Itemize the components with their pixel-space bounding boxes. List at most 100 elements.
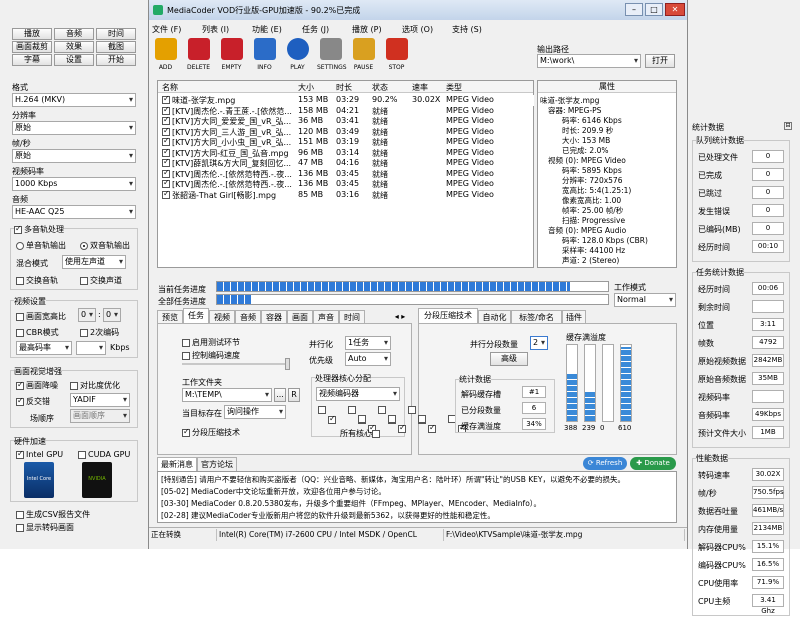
stats-collapse-icon[interactable]: ⊟ (784, 122, 792, 130)
work-mode-select[interactable]: Normal (614, 293, 676, 307)
cuda-gpu-check[interactable] (78, 450, 86, 459)
audio-select[interactable]: HE-AAC Q25 (12, 205, 136, 219)
advanced-button[interactable]: 高级 (490, 352, 528, 366)
file-row-check[interactable] (162, 115, 170, 125)
swap-channel[interactable]: 交换声道 (80, 275, 122, 286)
ratio-a-input[interactable]: 0 (78, 308, 96, 322)
tab-3[interactable]: 音频 (235, 310, 261, 324)
parallel-select[interactable]: 1任务 (345, 336, 391, 350)
cpu-encoder-select[interactable]: 视频编码器 (316, 387, 400, 401)
speed-slider-thumb[interactable] (285, 358, 290, 370)
workdir-reset-button[interactable]: R (288, 388, 300, 402)
column-header[interactable]: 名称 (162, 82, 178, 93)
workdir-browse-button[interactable]: ... (274, 388, 286, 402)
core-check[interactable] (408, 405, 416, 414)
field-order-select[interactable]: 画面顺序 (70, 409, 130, 423)
single-track-radio[interactable]: 单音轨输出 (16, 240, 66, 251)
tab-scroll-arrows[interactable]: ◂ ▸ (389, 310, 411, 324)
quick-button[interactable]: 音频 (54, 28, 94, 40)
target-exists-select[interactable]: 询问操作 (224, 405, 286, 419)
empty-button[interactable]: EMPTY (218, 38, 245, 74)
file-row[interactable]: [KTV]方大同_小小虫_国_vR_弘... 151 MB 03:19 就绪 MPEG … (158, 136, 534, 148)
multitrack-toggle[interactable]: 多音轨处理 (14, 224, 64, 235)
file-row-check[interactable] (162, 178, 170, 188)
segment-parallel-select[interactable]: 2 (530, 336, 548, 350)
file-row-check[interactable] (162, 126, 170, 136)
file-row-check[interactable] (162, 168, 170, 178)
minimize-button[interactable]: – (625, 3, 643, 16)
core-check[interactable] (398, 423, 406, 433)
quick-button[interactable]: 画面裁剪 (12, 41, 52, 53)
workdir-select[interactable]: M:\TEMP\ (182, 388, 272, 402)
quick-button[interactable]: 开始 (96, 54, 136, 66)
quick-button[interactable]: 设置 (54, 54, 94, 66)
news-tab[interactable]: 官方论坛 (197, 457, 237, 471)
file-row-check[interactable] (162, 105, 170, 115)
format-select[interactable]: H.264 (MKV) (12, 93, 136, 107)
contrast-check[interactable] (70, 381, 78, 390)
tab-4[interactable]: 容器 (261, 310, 287, 324)
two-pass-check[interactable] (80, 328, 88, 337)
quick-button[interactable]: 效果 (54, 41, 94, 53)
max-bitrate-input[interactable] (76, 341, 106, 355)
refresh-button[interactable]: ⟳ Refresh (583, 457, 627, 470)
denoise[interactable]: 画面降噪 (16, 380, 58, 391)
open-button[interactable]: 打开 (645, 54, 675, 68)
quick-button[interactable]: 字幕 (12, 54, 52, 66)
column-header[interactable]: 大小 (298, 82, 314, 93)
multitrack-check[interactable] (14, 224, 22, 234)
file-row[interactable]: [KTV]方大同_三人游_国_vR_弘... 120 MB 03:49 就绪 MPEG … (158, 126, 534, 138)
donate-button[interactable]: ✚ Donate (630, 457, 676, 470)
maximize-button[interactable]: □ (645, 3, 663, 16)
denoise-check[interactable] (16, 380, 24, 390)
intel-gpu[interactable]: Intel GPU (16, 449, 63, 459)
file-row[interactable]: [KTV]周杰伦.-.青王蔗.-.[依然范... 158 MB 04:21 就绪 MPE… (158, 105, 534, 117)
core-check[interactable] (378, 405, 386, 414)
column-header[interactable]: 速率 (412, 82, 428, 93)
file-row[interactable]: [KTV]周杰伦.-.[依然范特西.-.夜... 136 MB 03:45 就绪 MPE… (158, 168, 534, 180)
menu-item[interactable]: 支持 (S) (452, 24, 482, 35)
framerate-select[interactable]: 原始 (12, 149, 136, 163)
settings-button[interactable]: SETTINGS (317, 38, 347, 74)
aspect-ratio-check[interactable] (16, 312, 24, 321)
column-header[interactable]: 类型 (446, 82, 462, 93)
segment-tech-check[interactable] (182, 427, 190, 437)
tab-0[interactable]: 预览 (157, 310, 183, 324)
test-session-check[interactable] (182, 338, 190, 347)
control-speed[interactable]: 控制编码速度 (182, 350, 240, 361)
deinterlace-select[interactable]: YADIF (70, 393, 130, 407)
news-line[interactable]: [03-30] MediaCoder 0.8.20.5380发布，升级多个重要组… (161, 498, 541, 509)
cuda-gpu[interactable]: CUDA GPU (78, 450, 130, 459)
file-row[interactable]: 味道-张学友.mpg 153 MB 03:29 90.2% 30.02X MPEG Vid… (158, 94, 534, 106)
close-button[interactable]: ✕ (665, 3, 685, 16)
mix-mode-select[interactable]: 使用左声道 (62, 255, 126, 269)
play-button[interactable]: PLAY (284, 38, 311, 74)
output-path-select[interactable]: M:\work\ (537, 54, 641, 68)
info-button[interactable]: INFO (251, 38, 278, 74)
quick-button[interactable]: 播放 (12, 28, 52, 40)
swap-track-check[interactable] (16, 276, 24, 285)
file-row[interactable]: [KTV]方大同-红豆_国_弘音.mpg 96 MB 03:14 就绪 MPEG Vid… (158, 147, 534, 159)
resolution-select[interactable]: 原始 (12, 121, 136, 135)
deinterlace[interactable]: 反交错 (16, 396, 50, 407)
file-row-check[interactable] (162, 157, 170, 167)
file-row[interactable]: 张韶涵-That Girl[畅影].mpg 85 MB 03:16 就绪 MPEG Vi… (158, 189, 534, 201)
file-row[interactable]: [KTV]周杰伦.-.[依然范特西.-.夜... 136 MB 03:45 就绪 MPE… (158, 178, 534, 190)
core-check[interactable] (418, 414, 426, 423)
quick-button[interactable]: 截图 (96, 41, 136, 53)
column-header[interactable]: 时长 (336, 82, 352, 93)
tab-right-3[interactable]: 插件 (562, 310, 586, 324)
ratio-b-input[interactable]: 0 (103, 308, 121, 322)
column-header[interactable]: 状态 (372, 82, 388, 93)
tab-1[interactable]: 任务 (183, 308, 209, 324)
single-radio-dot[interactable] (16, 241, 24, 250)
deinterlace-check[interactable] (16, 396, 24, 406)
file-row-check[interactable] (162, 94, 170, 104)
csv-report-check[interactable] (16, 510, 24, 519)
core-check[interactable] (348, 405, 356, 414)
core-check[interactable] (428, 423, 436, 433)
dual-radio-dot[interactable] (80, 241, 88, 250)
news-line[interactable]: [02-28] 建议MediaCoder专业版新用户将您的软件升级到最新5362… (161, 510, 495, 521)
news-line[interactable]: [特别通告] 请用户不要轻信和购买盗版者（QQ：兴业音略、新媒体，淘宝用户名：陆… (161, 474, 625, 485)
csv-report[interactable]: 生成CSV报告文件 (16, 509, 90, 520)
